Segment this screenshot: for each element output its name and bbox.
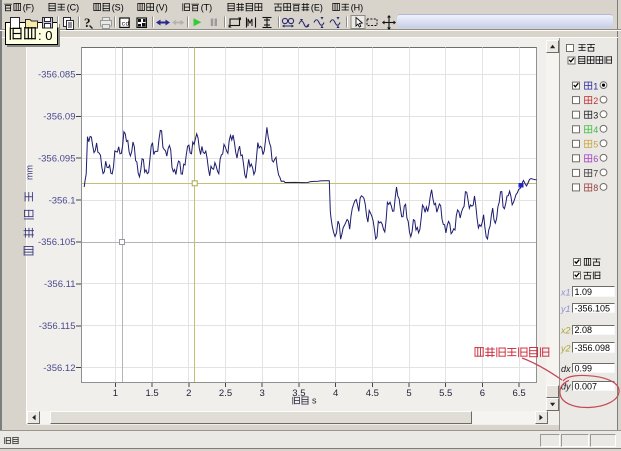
svg-text:(E): (E) xyxy=(311,3,323,13)
svg-text:4: 4 xyxy=(333,388,338,399)
svg-text:dx: dx xyxy=(561,364,571,374)
svg-text:: 0: : 0 xyxy=(38,28,52,43)
svg-text:5: 5 xyxy=(593,140,598,150)
svg-text:dy: dy xyxy=(561,382,571,392)
svg-text:(V): (V) xyxy=(156,3,168,13)
svg-text:6.5: 6.5 xyxy=(512,388,525,399)
svg-text:x2: x2 xyxy=(560,326,571,336)
svg-text:5: 5 xyxy=(406,388,411,399)
svg-text:cd: cd xyxy=(122,20,130,27)
svg-text:-356.085: -356.085 xyxy=(38,70,76,81)
svg-text:0.99: 0.99 xyxy=(575,364,593,374)
svg-text:(C): (C) xyxy=(67,3,80,13)
svg-text:8: 8 xyxy=(593,183,598,193)
svg-text:mm: mm xyxy=(25,165,35,180)
svg-text:2.5: 2.5 xyxy=(219,388,232,399)
svg-text:4: 4 xyxy=(593,125,598,135)
svg-text:-356.105: -356.105 xyxy=(38,237,76,248)
svg-text:2: 2 xyxy=(593,96,598,106)
svg-text:-356.11: -356.11 xyxy=(44,279,76,290)
svg-text:y2: y2 xyxy=(560,343,571,353)
svg-text:(F): (F) xyxy=(23,3,35,13)
svg-text:s: s xyxy=(312,396,317,406)
svg-text:?: ? xyxy=(84,15,91,30)
svg-text:(H): (H) xyxy=(351,3,364,13)
svg-text:6: 6 xyxy=(480,388,485,399)
svg-text:1.09: 1.09 xyxy=(575,287,593,297)
svg-text:1.5: 1.5 xyxy=(145,388,158,399)
svg-text:3: 3 xyxy=(593,111,598,121)
svg-text:-356.12: -356.12 xyxy=(43,363,75,374)
svg-text:0.007: 0.007 xyxy=(575,381,598,391)
svg-text:1: 1 xyxy=(593,81,598,91)
svg-text:(T): (T) xyxy=(201,3,213,13)
svg-text:-356.1: -356.1 xyxy=(49,195,76,206)
svg-text:-356.09: -356.09 xyxy=(43,112,75,123)
svg-text:y1: y1 xyxy=(560,304,571,314)
svg-text:7: 7 xyxy=(593,169,598,179)
svg-text:(S): (S) xyxy=(112,3,124,13)
svg-text:5.5: 5.5 xyxy=(439,388,452,399)
svg-text:3: 3 xyxy=(260,388,265,399)
svg-text:6: 6 xyxy=(593,154,598,164)
svg-text:1: 1 xyxy=(113,388,118,399)
svg-text:2: 2 xyxy=(186,388,191,399)
svg-text:-356.098: -356.098 xyxy=(575,343,611,353)
svg-text:-356.115: -356.115 xyxy=(39,321,76,332)
svg-text:-356.105: -356.105 xyxy=(575,304,611,314)
svg-text:x1: x1 xyxy=(560,287,571,297)
svg-text:2.08: 2.08 xyxy=(575,325,593,335)
svg-text:4.5: 4.5 xyxy=(366,388,379,399)
svg-text:-356.095: -356.095 xyxy=(38,153,76,164)
